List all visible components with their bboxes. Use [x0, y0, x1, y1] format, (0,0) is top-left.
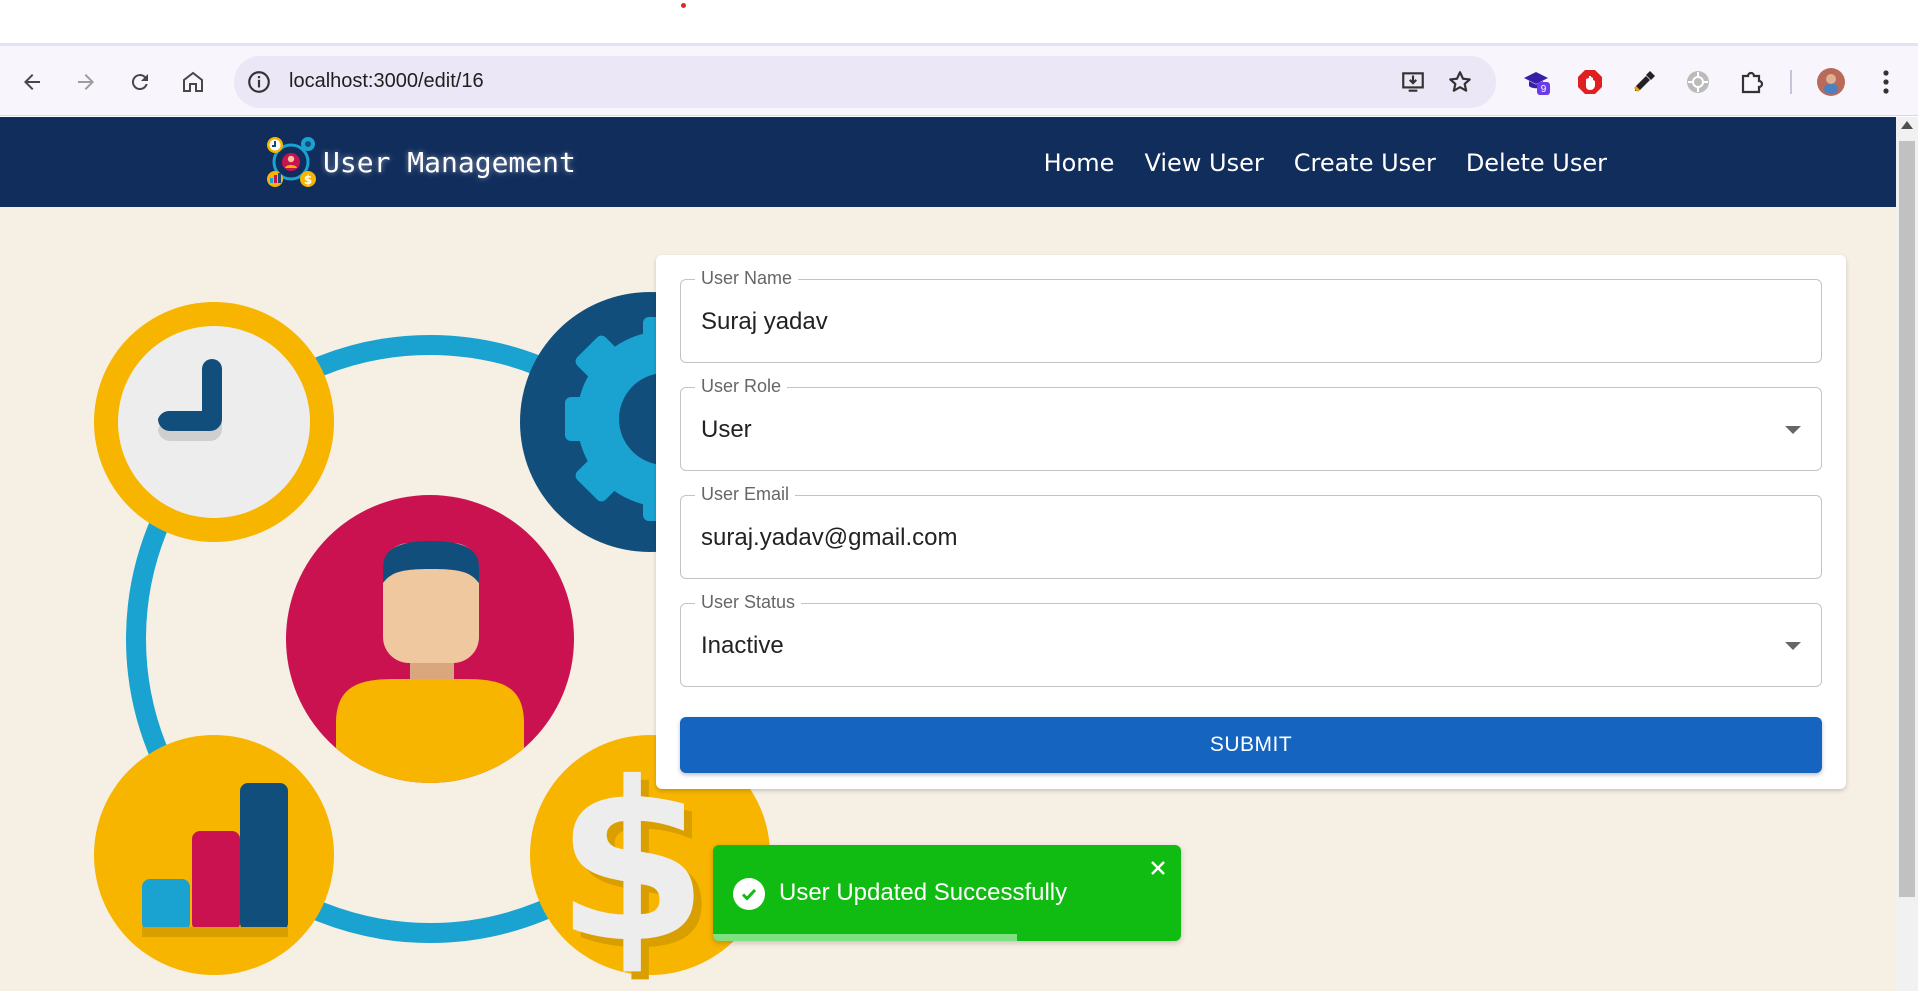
home-button[interactable] [173, 62, 213, 102]
extension-badge: 9 [1541, 84, 1547, 95]
profile-avatar[interactable] [1815, 66, 1847, 98]
toolbar-separator [1790, 70, 1792, 94]
user-management-logo-icon: $ [267, 137, 316, 187]
check-circle-icon [733, 878, 765, 910]
app-header: $ User Management Home View User Create … [0, 117, 1896, 207]
reload-button[interactable] [120, 62, 160, 102]
tab-recording-dot [681, 3, 686, 8]
user-status-value[interactable]: Inactive [701, 632, 784, 660]
extensions-puzzle-icon[interactable] [1736, 66, 1768, 98]
install-app-icon[interactable] [1400, 69, 1426, 95]
scroll-up-arrow-icon[interactable] [1901, 121, 1913, 129]
success-toast: User Updated Successfully [713, 845, 1181, 941]
home-icon [183, 71, 203, 92]
user-status-label: User Status [695, 592, 802, 613]
gear-extension-icon[interactable] [1682, 66, 1714, 98]
toast-message: User Updated Successfully [779, 879, 1068, 906]
arrow-right-icon [78, 74, 94, 90]
eyedropper-extension-icon[interactable] [1628, 66, 1660, 98]
address-bar[interactable]: localhost:3000/edit/16 [234, 56, 1496, 108]
brand-title: User Management [323, 145, 576, 179]
svg-text:$: $ [304, 173, 312, 187]
graduation-cap-extension-icon[interactable]: 9 [1520, 66, 1552, 98]
nav-view-user[interactable]: View User [1144, 149, 1263, 177]
reload-icon [131, 74, 148, 91]
user-email-value[interactable]: suraj.yadav@gmail.com [701, 524, 957, 552]
forward-button[interactable] [66, 62, 106, 102]
close-icon[interactable] [1147, 857, 1169, 879]
bar-chart-icon [94, 735, 334, 975]
edit-user-form: User Name Suraj yadav User Role User Use… [656, 255, 1846, 789]
user-email-field[interactable]: User Email suraj.yadav@gmail.com [680, 484, 1822, 579]
brand[interactable]: $ User Management [265, 135, 576, 189]
main-nav: Home View User Create User Delete User [1044, 149, 1607, 177]
scroll-thumb[interactable] [1899, 141, 1915, 897]
page-content: $ $ User Name Suraj yadav User Role User… [0, 207, 1896, 991]
page-scrollbar[interactable] [1896, 117, 1918, 991]
adblock-extension-icon[interactable] [1574, 66, 1606, 98]
arrow-left-icon [24, 74, 40, 90]
browser-toolbar: localhost:3000/edit/16 9 [0, 46, 1918, 116]
user-email-label: User Email [695, 484, 796, 505]
user-avatar-icon [286, 495, 574, 783]
tab-strip [0, 0, 1918, 46]
chevron-down-icon[interactable] [1785, 426, 1801, 434]
user-name-value[interactable]: Suraj yadav [701, 308, 828, 336]
user-role-select[interactable]: User Role User [680, 376, 1822, 471]
user-name-field[interactable]: User Name Suraj yadav [680, 268, 1822, 363]
nav-delete-user[interactable]: Delete User [1466, 149, 1607, 177]
user-name-label: User Name [695, 268, 799, 289]
chevron-down-icon[interactable] [1785, 642, 1801, 650]
bookmark-star-icon[interactable] [1447, 69, 1473, 95]
clock-icon [94, 302, 334, 542]
toast-progress-bar [713, 934, 1018, 941]
nav-home[interactable]: Home [1044, 149, 1115, 177]
url-text[interactable]: localhost:3000/edit/16 [289, 70, 484, 93]
back-button[interactable] [12, 62, 52, 102]
submit-button[interactable]: SUBMIT [680, 717, 1822, 773]
user-status-select[interactable]: User Status Inactive [680, 592, 1822, 687]
site-info-icon[interactable] [246, 69, 272, 95]
browser-menu-icon[interactable] [1870, 66, 1902, 98]
user-role-value[interactable]: User [701, 416, 752, 444]
user-role-label: User Role [695, 376, 788, 397]
nav-create-user[interactable]: Create User [1294, 149, 1436, 177]
